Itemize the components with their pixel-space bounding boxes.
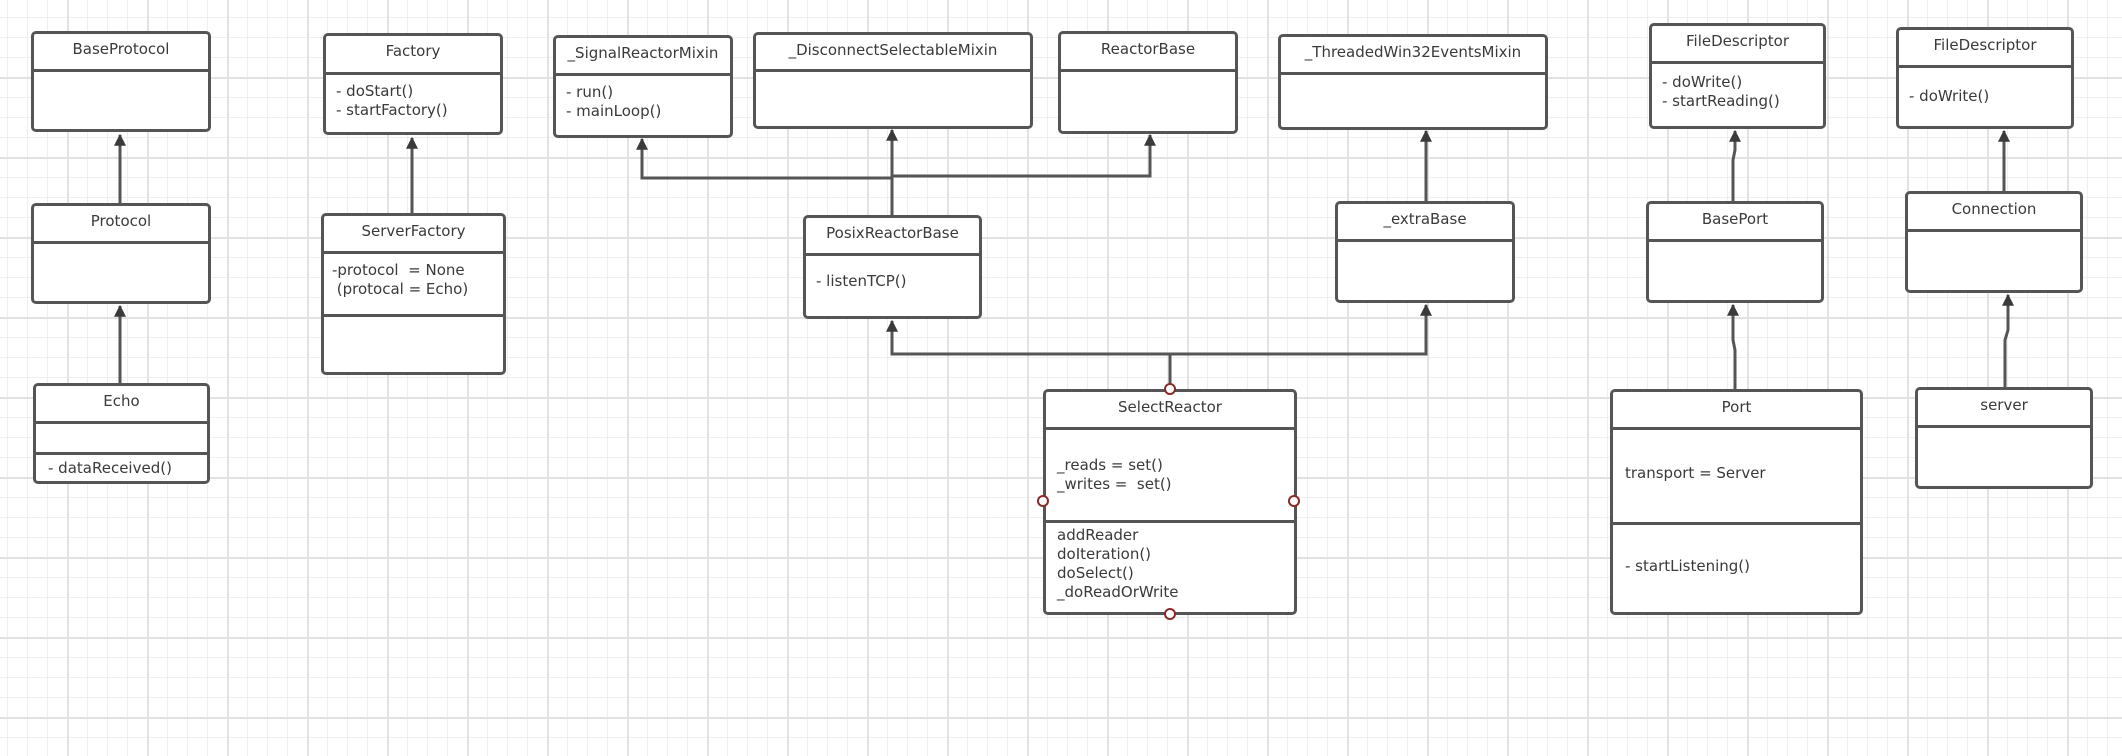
class-baseprotocol[interactable]: BaseProtocol	[31, 31, 211, 132]
class-name: SelectReactor	[1046, 392, 1294, 430]
class-body	[34, 72, 208, 129]
class-name: _DisconnectSelectableMixin	[756, 35, 1030, 72]
attribute: _writes = set()	[1057, 475, 1172, 493]
member: - doWrite()	[1662, 73, 1743, 91]
member: - doWrite()	[1909, 87, 1990, 105]
class-attributes: -protocol = None (protocal = Echo)	[324, 254, 503, 317]
class-reactorbase[interactable]: ReactorBase	[1058, 31, 1238, 134]
class-port[interactable]: Port transport = Server - startListening…	[1610, 389, 1863, 615]
inheritance-arrow-posixreactorbase-reactorbase	[892, 133, 1156, 178]
class-factory[interactable]: Factory - doStart() - startFactory()	[323, 33, 503, 135]
class-name: Port	[1613, 392, 1860, 430]
class-methods: - startListening()	[1613, 525, 1860, 612]
class-name: _SignalReactorMixin	[556, 38, 730, 76]
class-baseport[interactable]: BasePort	[1646, 201, 1824, 303]
member: - startReading()	[1662, 92, 1780, 110]
connection-handle-right[interactable]	[1288, 495, 1300, 507]
class-body: - doStart() - startFactory()	[326, 75, 500, 132]
inheritance-arrow-selectreactor-extrabase	[1170, 303, 1432, 356]
class-name: Echo	[36, 386, 207, 424]
class-selectreactor[interactable]: SelectReactor _reads = set() _writes = s…	[1043, 389, 1297, 615]
inheritance-arrow-port-baseport	[1727, 303, 1739, 389]
class-methods: addReader doIteration() doSelect() _doRe…	[1046, 523, 1294, 612]
class-name: Connection	[1908, 194, 2080, 232]
class-threadedwin32eventsmixin[interactable]: _ThreadedWin32EventsMixin	[1278, 34, 1548, 130]
member: - mainLoop()	[566, 102, 662, 120]
class-name: BaseProtocol	[34, 34, 208, 72]
class-name: Factory	[326, 36, 500, 75]
method: doSelect()	[1057, 564, 1134, 582]
method: - dataReceived()	[48, 459, 172, 477]
method: _doReadOrWrite	[1057, 583, 1179, 601]
class-methods: - dataReceived()	[36, 455, 207, 481]
class-body: - doWrite()	[1899, 68, 2071, 126]
class-signalreactormixin[interactable]: _SignalReactorMixin - run() - mainLoop()	[553, 35, 733, 138]
class-name: _extraBase	[1338, 204, 1512, 242]
class-body: - doWrite() - startReading()	[1652, 64, 1823, 126]
class-body	[1338, 242, 1512, 300]
class-serverfactory[interactable]: ServerFactory -protocol = None (protocal…	[321, 213, 506, 375]
attribute: transport = Server	[1625, 464, 1766, 482]
class-filedescriptor[interactable]: FileDescriptor - doWrite() - startReadin…	[1649, 23, 1826, 129]
method: addReader	[1057, 526, 1139, 544]
class-attributes: _reads = set() _writes = set()	[1046, 430, 1294, 523]
class-name: ReactorBase	[1061, 34, 1235, 72]
member: - startFactory()	[336, 101, 448, 119]
class-body	[1908, 232, 2080, 290]
member: - doStart()	[336, 82, 414, 100]
class-body	[1918, 428, 2090, 486]
class-server[interactable]: server	[1915, 387, 2093, 489]
member: - listenTCP()	[816, 272, 907, 290]
class-disconnectselectablemixin[interactable]: _DisconnectSelectableMixin	[753, 32, 1033, 129]
class-body	[1649, 242, 1821, 300]
connection-handle-top[interactable]	[1164, 383, 1176, 395]
class-attributes: transport = Server	[1613, 430, 1860, 525]
class-extrabase[interactable]: _extraBase	[1335, 201, 1515, 303]
class-body	[1061, 72, 1235, 131]
class-methods	[324, 317, 503, 372]
class-filedescriptor[interactable]: FileDescriptor - doWrite()	[1896, 27, 2074, 129]
class-name: PosixReactorBase	[806, 218, 979, 256]
class-posixreactorbase[interactable]: PosixReactorBase - listenTCP()	[803, 215, 982, 319]
attribute: _reads = set()	[1057, 456, 1163, 474]
class-name: FileDescriptor	[1899, 30, 2071, 68]
inheritance-arrow-server-connection	[2002, 293, 2014, 387]
class-name: Protocol	[34, 206, 208, 244]
inheritance-arrow-selectreactor-posixreactorbase	[886, 319, 1172, 389]
class-protocol[interactable]: Protocol	[31, 203, 211, 304]
class-body	[756, 72, 1030, 126]
class-name: FileDescriptor	[1652, 26, 1823, 64]
class-name: _ThreadedWin32EventsMixin	[1281, 37, 1545, 75]
inheritance-arrow-baseport-filedescriptor	[1729, 129, 1741, 201]
member: - run()	[566, 83, 614, 101]
attribute: -protocol = None	[332, 261, 465, 279]
class-body	[1281, 75, 1545, 127]
attribute: (protocal = Echo)	[332, 280, 469, 298]
method: - startListening()	[1625, 557, 1750, 575]
inheritance-arrow-posixreactorbase-signalreactormixin	[636, 137, 894, 216]
method: doIteration()	[1057, 545, 1152, 563]
connection-handle-bottom[interactable]	[1164, 608, 1176, 620]
class-body	[34, 244, 208, 301]
class-connection[interactable]: Connection	[1905, 191, 2083, 293]
class-name: server	[1918, 390, 2090, 428]
class-body: - run() - mainLoop()	[556, 76, 730, 135]
class-name: BasePort	[1649, 204, 1821, 242]
class-echo[interactable]: Echo - dataReceived()	[33, 383, 210, 484]
class-name: ServerFactory	[324, 216, 503, 254]
class-body: - listenTCP()	[806, 256, 979, 316]
connection-handle-left[interactable]	[1037, 495, 1049, 507]
class-attributes	[36, 424, 207, 455]
